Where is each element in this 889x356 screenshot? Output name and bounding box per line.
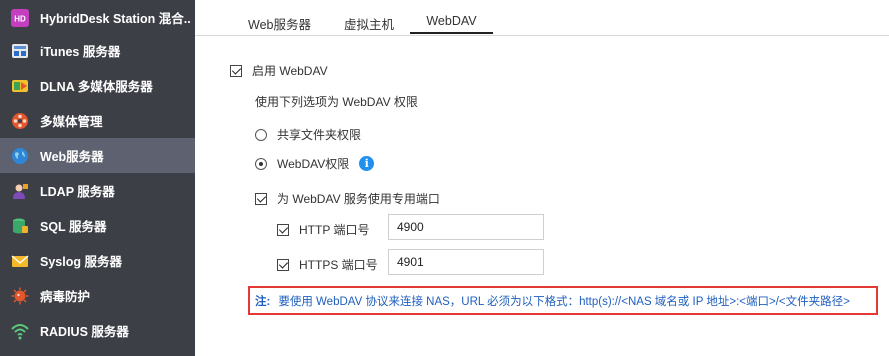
webdav-permission-radio[interactable] <box>255 157 267 170</box>
tab-bar: Web服务器 虚拟主机 WebDAV <box>195 0 889 34</box>
sidebar-item-web-server[interactable]: Web服务器 <box>0 138 195 173</box>
webdav-permission-row: WebDAV权限 i <box>255 155 375 172</box>
sidebar-item-label: 病毒防护 <box>40 290 91 304</box>
sql-database-icon <box>11 217 29 235</box>
enable-webdav-row: 启用 WebDAV <box>230 62 328 79</box>
svg-text:HD: HD <box>14 14 26 23</box>
multimedia-icon <box>11 112 29 130</box>
syslog-envelope-icon <box>11 252 29 270</box>
dedicated-port-checkbox[interactable] <box>255 192 267 205</box>
http-port-label: HTTP 端口号 <box>299 223 370 237</box>
webdav-permission-label: WebDAV权限 <box>277 157 350 171</box>
note-text: 要使用 WebDAV 协议来连接 NAS，URL 必须为以下格式：http(s)… <box>278 295 850 308</box>
https-port-input[interactable] <box>388 249 544 275</box>
antivirus-icon <box>11 287 29 305</box>
sidebar-item-label: Web服务器 <box>40 150 104 164</box>
sidebar-item-label: LDAP 服务器 <box>40 185 115 199</box>
ldap-user-icon <box>11 182 29 200</box>
sidebar-item-label: DLNA 多媒体服务器 <box>40 80 153 94</box>
sidebar-item-label: Syslog 服务器 <box>40 255 122 269</box>
sidebar-item-dlna[interactable]: DLNA 多媒体服务器 <box>0 68 195 103</box>
enable-webdav-label: 启用 WebDAV <box>252 64 328 78</box>
sidebar-item-label: HybridDesk Station 混合... <box>40 12 190 26</box>
enable-webdav-checkbox[interactable] <box>230 64 242 77</box>
http-port-checkbox[interactable] <box>277 223 289 236</box>
sidebar-item-label: 多媒体管理 <box>40 115 103 129</box>
radius-wifi-icon <box>11 322 29 340</box>
shared-folder-permission-row: 共享文件夹权限 <box>255 126 361 143</box>
tab-divider <box>195 35 889 36</box>
info-icon[interactable]: i <box>359 156 375 171</box>
tab-web-server[interactable]: Web服务器 <box>248 14 311 34</box>
sidebar-item-radius[interactable]: RADIUS 服务器 <box>0 313 195 348</box>
note-prefix: 注: <box>255 295 271 308</box>
https-port-row: HTTPS 端口号 <box>277 256 378 273</box>
itunes-icon <box>11 42 29 60</box>
permission-description: 使用下列选项为 WebDAV 权限 <box>255 95 418 109</box>
sidebar-item-label: SQL 服务器 <box>40 220 107 234</box>
sidebar-item-hybriddesk[interactable]: HD HybridDesk Station 混合... <box>0 0 195 35</box>
dlna-icon <box>11 77 29 95</box>
tab-virtual-host[interactable]: 虚拟主机 <box>344 14 394 34</box>
web-globe-icon <box>11 147 29 165</box>
sidebar-item-sql[interactable]: SQL 服务器 <box>0 208 195 243</box>
hd-station-icon: HD <box>11 8 29 27</box>
https-port-label: HTTPS 端口号 <box>299 258 378 272</box>
sidebar-item-label: RADIUS 服务器 <box>40 325 129 339</box>
sidebar-item-multimedia[interactable]: 多媒体管理 <box>0 103 195 138</box>
http-port-row: HTTP 端口号 <box>277 221 369 238</box>
sidebar-item-itunes[interactable]: iTunes 服务器 <box>0 33 195 68</box>
shared-folder-permission-radio[interactable] <box>255 128 267 141</box>
https-port-checkbox[interactable] <box>277 258 289 271</box>
sidebar: HD HybridDesk Station 混合... iTunes 服务器 D… <box>0 0 195 356</box>
tab-webdav[interactable]: WebDAV <box>410 14 493 34</box>
sidebar-item-syslog[interactable]: Syslog 服务器 <box>0 243 195 278</box>
sidebar-item-antivirus[interactable]: 病毒防护 <box>0 278 195 313</box>
url-format-note: 注: 要使用 WebDAV 协议来连接 NAS，URL 必须为以下格式：http… <box>248 286 878 315</box>
http-port-input[interactable] <box>388 214 544 240</box>
dedicated-port-label: 为 WebDAV 服务使用专用端口 <box>277 192 440 206</box>
shared-folder-permission-label: 共享文件夹权限 <box>277 128 362 142</box>
sidebar-item-ldap[interactable]: LDAP 服务器 <box>0 173 195 208</box>
dedicated-port-row: 为 WebDAV 服务使用专用端口 <box>255 190 440 207</box>
sidebar-item-label: iTunes 服务器 <box>40 45 121 59</box>
